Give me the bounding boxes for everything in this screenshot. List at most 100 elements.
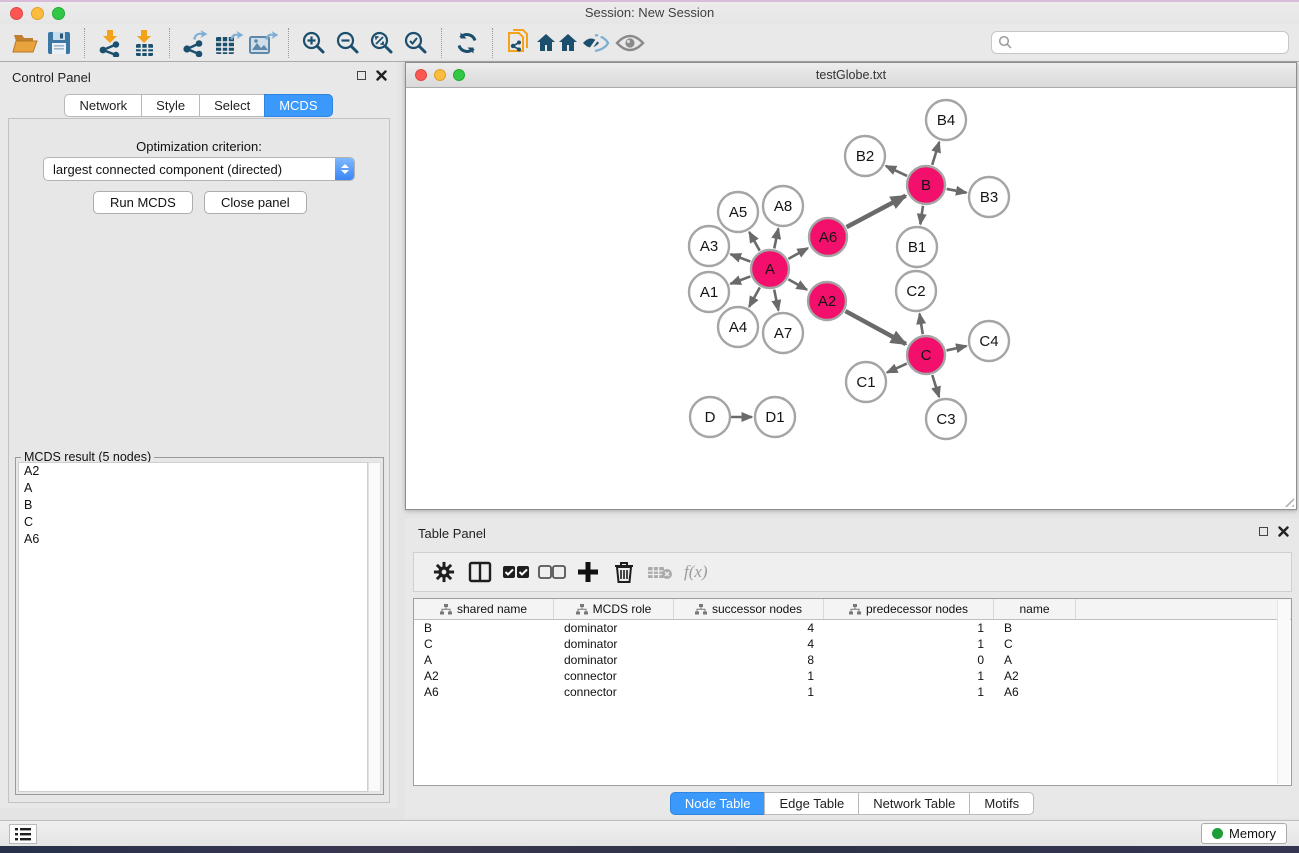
export-table-icon[interactable]	[212, 27, 246, 59]
table-row[interactable]: A2connector11A2	[414, 668, 1291, 684]
column-view-icon[interactable]	[462, 556, 498, 588]
column-header-shared-name[interactable]: shared name	[414, 599, 554, 619]
mcds-result-list[interactable]: A2ABCA6	[18, 462, 368, 792]
result-scrollbar[interactable]	[368, 462, 381, 792]
tab-network[interactable]: Network	[64, 94, 141, 117]
graph-node-A6[interactable]: A6	[809, 218, 847, 256]
memory-button[interactable]: Memory	[1201, 823, 1287, 844]
mcds-result-item[interactable]: C	[19, 514, 367, 531]
search-input[interactable]	[1013, 32, 1288, 53]
minimize-window-button[interactable]	[31, 7, 44, 20]
table-row[interactable]: Cdominator41C	[414, 636, 1291, 652]
mcds-result-item[interactable]: A6	[19, 531, 367, 548]
export-network-icon[interactable]	[178, 27, 212, 59]
graph-node-D[interactable]: D	[690, 397, 730, 437]
minimize-network-button[interactable]	[434, 69, 446, 81]
graph-node-B3[interactable]: B3	[969, 177, 1009, 217]
delete-icon[interactable]	[606, 556, 642, 588]
table-row[interactable]: Adominator80A	[414, 652, 1291, 668]
mcds-result-item[interactable]: A	[19, 480, 367, 497]
graph-edge-A-A7[interactable]	[774, 290, 778, 311]
close-panel-icon[interactable]	[376, 70, 387, 81]
zoom-fit-icon[interactable]	[365, 27, 399, 59]
graph-edge-C-C4[interactable]	[946, 346, 966, 350]
column-header-predecessor-nodes[interactable]: predecessor nodes	[824, 599, 994, 619]
criterion-dropdown[interactable]: largest connected component (directed)	[43, 157, 355, 181]
run-mcds-button[interactable]: Run MCDS	[93, 191, 193, 214]
deselect-all-icon[interactable]	[534, 556, 570, 588]
close-network-button[interactable]	[415, 69, 427, 81]
graph-edge-B-B1[interactable]	[920, 206, 923, 224]
tab-network-table[interactable]: Network Table	[858, 792, 969, 815]
float-table-panel-icon[interactable]	[1259, 527, 1268, 536]
select-all-icon[interactable]	[498, 556, 534, 588]
close-window-button[interactable]	[10, 7, 23, 20]
home-icon[interactable]	[535, 27, 579, 59]
graph-edge-B-B3[interactable]	[947, 189, 967, 193]
refresh-icon[interactable]	[450, 27, 484, 59]
settings-gear-icon[interactable]	[426, 556, 462, 588]
zoom-selected-icon[interactable]	[399, 27, 433, 59]
open-file-icon[interactable]	[8, 27, 42, 59]
eye-icon[interactable]	[613, 27, 647, 59]
delete-table-icon[interactable]	[642, 556, 678, 588]
graph-edge-A-A1[interactable]	[731, 276, 751, 283]
zoom-out-icon[interactable]	[331, 27, 365, 59]
network-window-titlebar[interactable]: testGlobe.txt	[406, 63, 1296, 88]
graph-edge-C-C2[interactable]	[920, 314, 923, 335]
column-header-successor-nodes[interactable]: successor nodes	[674, 599, 824, 619]
tab-edge-table[interactable]: Edge Table	[764, 792, 858, 815]
table-row[interactable]: Bdominator41B	[414, 620, 1291, 636]
zoom-network-button[interactable]	[453, 69, 465, 81]
graph-node-A[interactable]: A	[751, 250, 789, 288]
column-header-name[interactable]: name	[994, 599, 1076, 619]
table-scrollbar[interactable]	[1277, 600, 1290, 784]
zoom-window-button[interactable]	[52, 7, 65, 20]
graph-node-A8[interactable]: A8	[763, 186, 803, 226]
graph-edge-A6-B[interactable]	[847, 196, 906, 227]
zoom-in-icon[interactable]	[297, 27, 331, 59]
graph-edge-A-A6[interactable]	[788, 248, 807, 259]
graph-node-B2[interactable]: B2	[845, 136, 885, 176]
import-network-icon[interactable]	[93, 27, 127, 59]
graph-edge-C-C1[interactable]	[887, 364, 907, 373]
graph-node-C1[interactable]: C1	[846, 362, 886, 402]
close-table-panel-icon[interactable]	[1278, 526, 1289, 537]
graph-node-A7[interactable]: A7	[763, 313, 803, 353]
graph-node-A2[interactable]: A2	[808, 282, 846, 320]
float-panel-icon[interactable]	[357, 71, 366, 80]
graph-node-C[interactable]: C	[907, 336, 945, 374]
new-network-from-selection-icon[interactable]	[501, 27, 535, 59]
save-session-icon[interactable]	[42, 27, 76, 59]
search-field[interactable]	[991, 31, 1289, 54]
import-table-icon[interactable]	[127, 27, 161, 59]
tab-mcds[interactable]: MCDS	[264, 94, 332, 117]
graph-node-D1[interactable]: D1	[755, 397, 795, 437]
graph-node-A5[interactable]: A5	[718, 192, 758, 232]
graph-node-C4[interactable]: C4	[969, 321, 1009, 361]
graph-edge-A-A2[interactable]	[788, 279, 807, 289]
graph-node-A4[interactable]: A4	[718, 307, 758, 347]
graph-node-C3[interactable]: C3	[926, 399, 966, 439]
show-task-history-button[interactable]	[9, 824, 37, 844]
show-hide-icon[interactable]	[579, 27, 613, 59]
tab-select[interactable]: Select	[199, 94, 264, 117]
column-header-MCDS-role[interactable]: MCDS role	[554, 599, 674, 619]
graph-node-B1[interactable]: B1	[897, 227, 937, 267]
graph-edge-C-C3[interactable]	[932, 375, 939, 397]
close-panel-button[interactable]: Close panel	[204, 191, 307, 214]
graph-edge-A-A5[interactable]	[749, 232, 759, 251]
table-row[interactable]: A6connector11A6	[414, 684, 1291, 700]
mcds-result-item[interactable]: B	[19, 497, 367, 514]
add-column-icon[interactable]	[570, 556, 606, 588]
function-builder-icon[interactable]: f(x)	[684, 562, 708, 582]
graph-edge-A-A3[interactable]	[731, 254, 751, 261]
tab-style[interactable]: Style	[141, 94, 199, 117]
graph-edge-A-A4[interactable]	[749, 287, 760, 306]
tab-node-table[interactable]: Node Table	[670, 792, 765, 815]
graph-node-B[interactable]: B	[907, 166, 945, 204]
graph-node-A3[interactable]: A3	[689, 226, 729, 266]
graph-node-C2[interactable]: C2	[896, 271, 936, 311]
network-canvas[interactable]: B4B2BB3A8A5A6A3B1AA1C2A2A4A7C4CC1C3DD1	[406, 88, 1296, 509]
graph-node-B4[interactable]: B4	[926, 100, 966, 140]
